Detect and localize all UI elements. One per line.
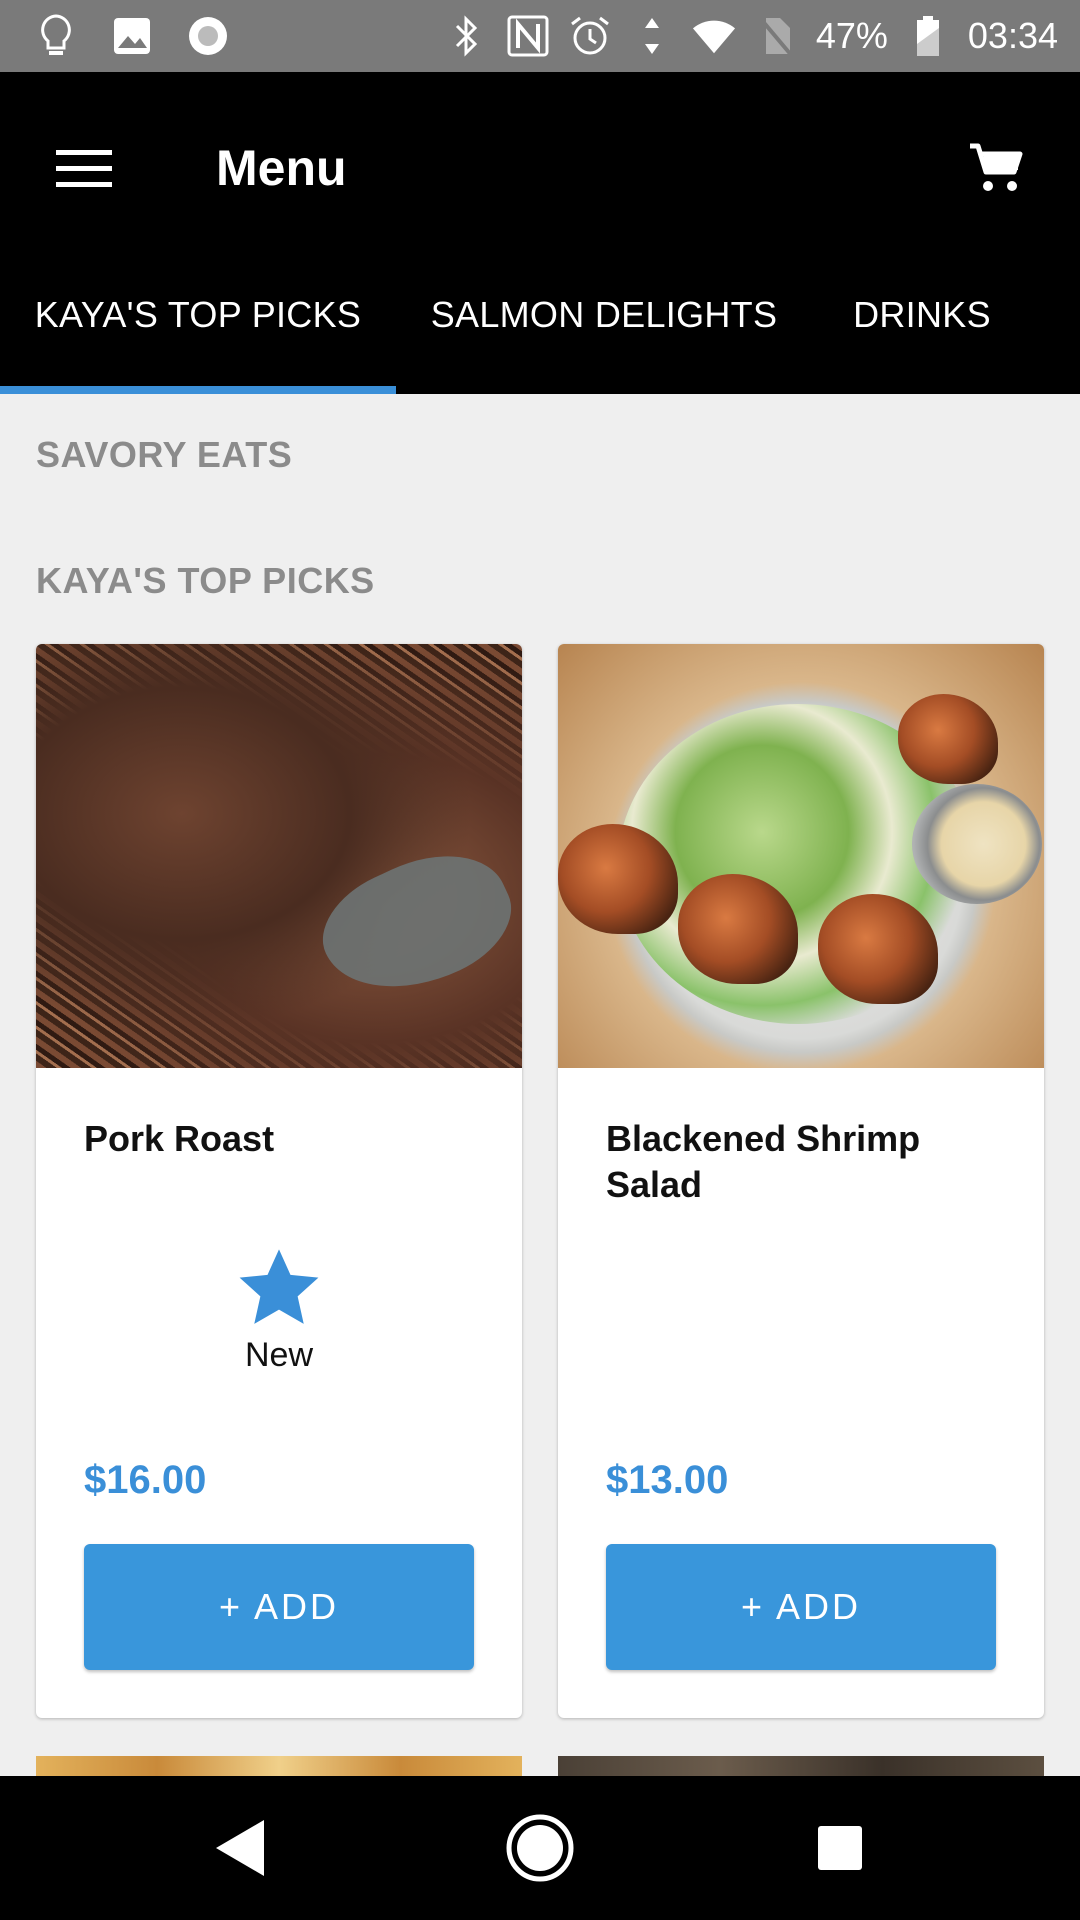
menu-item-card[interactable]: Blackened Shrimp Salad $13.00 + ADD (558, 644, 1044, 1718)
lightbulb-icon (34, 14, 78, 58)
recents-icon[interactable] (796, 1804, 884, 1892)
bluetooth-icon (444, 14, 488, 58)
add-button[interactable]: + ADD (84, 1544, 474, 1670)
item-name: Pork Roast (84, 1118, 275, 1159)
menu-item-card[interactable]: Pork Roast New $16.00 + ADD (36, 644, 522, 1718)
home-icon[interactable] (496, 1804, 584, 1892)
status-bar: 47% 03:34 (0, 0, 1080, 72)
item-price: $16.00 (84, 1458, 207, 1502)
section-header-category: SAVORY EATS (36, 434, 293, 475)
navigation-bar (0, 1776, 1080, 1920)
alarm-icon (568, 14, 612, 58)
item-photo (558, 644, 1044, 1068)
item-photo (36, 644, 522, 1068)
clock: 03:34 (967, 15, 1058, 56)
tab-drinks[interactable]: DRINKS (812, 236, 1032, 394)
menu-item-card-peek[interactable] (558, 1756, 1044, 1776)
tab-salmon-delights[interactable]: SALMON DELIGHTS (406, 236, 802, 394)
battery-icon (906, 14, 950, 58)
tab-kayas-top-picks[interactable]: KAYA'S TOP PICKS (0, 236, 396, 394)
back-icon[interactable] (196, 1804, 284, 1892)
menu-item-card-peek[interactable] (36, 1756, 522, 1776)
circle-icon (186, 14, 230, 58)
nfc-icon (506, 14, 550, 58)
cart-icon[interactable] (952, 124, 1040, 212)
hamburger-icon[interactable] (40, 124, 128, 212)
battery-percent: 47% (815, 15, 888, 56)
wifi-icon (692, 14, 736, 58)
page-title: Menu (216, 140, 347, 196)
section-header-subcategory: KAYA'S TOP PICKS (36, 560, 375, 601)
no-sim-icon (754, 14, 798, 58)
tab-bar: KAYA'S TOP PICKS SALMON DELIGHTS DRINKS (0, 236, 1080, 394)
add-button[interactable]: + ADD (606, 1544, 996, 1670)
image-icon (110, 14, 154, 58)
badge-label: New (244, 1336, 314, 1374)
tab-indicator (0, 386, 396, 394)
data-arrows-icon (630, 14, 674, 58)
item-name: Blackened Shrimp Salad (606, 1118, 921, 1205)
star-icon (239, 1249, 319, 1324)
new-badge: New (36, 1244, 522, 1375)
item-price: $13.00 (606, 1458, 729, 1502)
